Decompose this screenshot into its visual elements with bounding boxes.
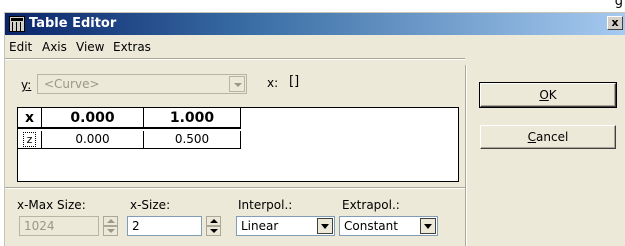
interpol-select[interactable]: Linear: [236, 216, 335, 236]
spin-down-icon[interactable]: [206, 226, 221, 236]
menu-view[interactable]: View: [76, 40, 104, 54]
xmax-size-spinner: [103, 216, 118, 236]
table-cell[interactable]: 0.000: [42, 131, 144, 149]
y-axis-label: y:: [21, 78, 32, 92]
menu-bar: Edit Axis View Extras: [5, 37, 625, 57]
ok-button[interactable]: OK: [479, 82, 617, 108]
title-bar[interactable]: Table Editor x: [5, 13, 625, 35]
extrapol-select[interactable]: Constant: [339, 216, 438, 236]
xsize-spinner[interactable]: [206, 216, 221, 236]
controls-separator: [5, 187, 465, 189]
table-corner-header[interactable]: x: [18, 108, 42, 129]
value-table[interactable]: x 0.000 1.000 z 0.000 0.500: [17, 107, 459, 182]
table-cell[interactable]: 0.500: [144, 131, 241, 149]
spin-down-icon: [103, 226, 118, 236]
chevron-down-icon[interactable]: [317, 218, 333, 234]
close-button[interactable]: x: [607, 16, 623, 30]
extrapol-label: Extrapol.:: [342, 198, 400, 212]
menu-edit[interactable]: Edit: [9, 40, 32, 54]
column-header[interactable]: 0.000: [42, 108, 144, 129]
extrapol-value: Constant: [344, 219, 398, 233]
row-header[interactable]: z: [18, 131, 42, 149]
window-title: Table Editor: [29, 16, 117, 31]
spin-up-icon[interactable]: [206, 216, 221, 226]
interpol-label: Interpol.:: [238, 198, 293, 212]
menu-extras[interactable]: Extras: [113, 40, 151, 54]
menu-separator: [5, 58, 465, 60]
curve-select-value: <Curve>: [44, 77, 100, 91]
interpol-value: Linear: [241, 219, 279, 233]
x-axis-value: []: [289, 74, 300, 89]
xsize-value: 2: [132, 219, 140, 233]
menu-axis[interactable]: Axis: [42, 40, 67, 54]
xsize-label: x-Size:: [130, 198, 171, 212]
curve-select[interactable]: <Curve>: [37, 74, 247, 94]
xmax-size-field: 1024: [19, 216, 99, 236]
spin-up-icon: [103, 216, 118, 226]
xsize-field[interactable]: 2: [127, 216, 202, 236]
x-axis-label: x:: [267, 76, 279, 90]
xmax-size-value: 1024: [24, 219, 55, 233]
xmax-size-label: x-Max Size:: [17, 198, 86, 212]
cancel-button[interactable]: Cancel: [480, 125, 616, 149]
chevron-down-icon[interactable]: [420, 218, 436, 234]
chevron-down-icon[interactable]: [229, 76, 245, 92]
table-icon: [9, 16, 25, 32]
column-header[interactable]: 1.000: [144, 108, 241, 129]
background-text-fragment: g: [614, 0, 623, 9]
vertical-separator: [465, 65, 467, 246]
table-editor-window: Table Editor x Edit Axis View Extras y: …: [4, 12, 625, 246]
